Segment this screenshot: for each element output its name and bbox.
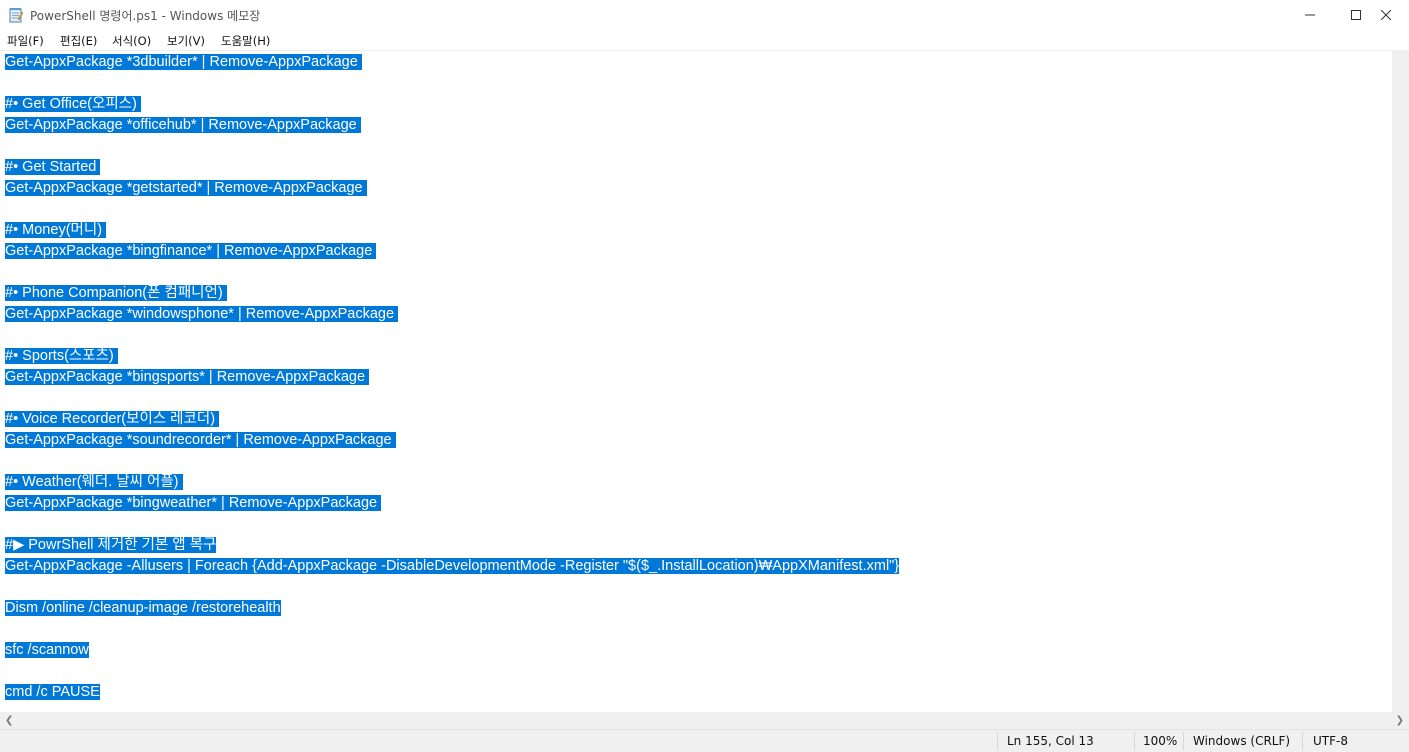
close-button[interactable]: [1363, 0, 1409, 30]
encoding: UTF-8: [1313, 734, 1348, 748]
editor-line: Get-AppxPackage *soundrecorder* | Remove…: [5, 432, 396, 448]
editor-line: #• Get Office(오피스): [5, 96, 141, 112]
editor-line: Dism /online /cleanup-image /restoreheal…: [5, 600, 281, 616]
menu-bar: 파일(F) 편집(E) 서식(O) 보기(V) 도움말(H): [0, 30, 1409, 51]
menu-help[interactable]: 도움말(H): [221, 33, 270, 49]
minimize-button[interactable]: [1287, 0, 1333, 30]
editor-line: #• Phone Companion(폰 컴패니언): [5, 285, 227, 301]
horizontal-scrollbar[interactable]: ❮ ❯: [0, 712, 1409, 729]
status-bar: Ln 155, Col 13 100% Windows (CRLF) UTF-8: [0, 729, 1409, 752]
scroll-right-icon[interactable]: ❯: [1396, 715, 1404, 726]
editor-line: Get-AppxPackage *bingsports* | Remove-Ap…: [5, 369, 370, 385]
zoom-level: 100%: [1143, 734, 1178, 748]
editor-line: Get-AppxPackage *bingfinance* | Remove-A…: [5, 243, 377, 259]
editor-line: #• Sports(스포츠): [5, 348, 118, 364]
menu-view[interactable]: 보기(V): [167, 33, 205, 49]
editor-line: Get-AppxPackage *getstarted* | Remove-Ap…: [5, 180, 367, 196]
minimize-icon: [1305, 14, 1315, 16]
status-divider: [997, 732, 998, 750]
editor-line: cmd /c PAUSE: [5, 684, 100, 700]
editor-line: Get-AppxPackage -Allusers | Foreach {Add…: [5, 558, 900, 574]
editor-line: Get-AppxPackage *officehub* | Remove-App…: [5, 117, 361, 133]
menu-format[interactable]: 서식(O): [112, 33, 151, 49]
window-title: PowerShell 명령어.ps1 - Windows 메모장: [30, 9, 261, 23]
close-icon: [1381, 10, 1391, 20]
editor-line: Get-AppxPackage *3dbuilder* | Remove-App…: [5, 54, 362, 70]
menu-edit[interactable]: 편집(E): [60, 33, 97, 49]
scroll-left-icon[interactable]: ❮: [5, 715, 13, 726]
status-divider: [1134, 732, 1135, 750]
cursor-position: Ln 155, Col 13: [1007, 734, 1094, 748]
editor-line: Get-AppxPackage *windowsphone* | Remove-…: [5, 306, 399, 322]
vertical-scrollbar[interactable]: [1392, 51, 1409, 712]
status-divider: [1183, 732, 1184, 750]
menu-file[interactable]: 파일(F): [7, 33, 44, 49]
status-divider: [1302, 732, 1303, 750]
editor-line: #• Weather(웨더. 날씨 어플): [5, 474, 183, 490]
maximize-icon: [1351, 10, 1361, 20]
editor-line: #• Money(머니): [5, 222, 107, 238]
line-ending: Windows (CRLF): [1193, 734, 1291, 748]
editor-line: #• Get Started: [5, 159, 101, 175]
editor-line: #▶ PowrShell 제거한 기본 앱 복구: [5, 537, 217, 553]
title-bar: PowerShell 명령어.ps1 - Windows 메모장: [0, 0, 1409, 31]
notepad-icon: [9, 7, 24, 23]
editor-line: #• Voice Recorder(보이스 레코더): [5, 411, 220, 427]
editor-line: sfc /scannow: [5, 642, 89, 658]
text-editor[interactable]: Get-AppxPackage *3dbuilder* | Remove-App…: [0, 51, 1392, 712]
editor-line: Get-AppxPackage *bingweather* | Remove-A…: [5, 495, 382, 511]
